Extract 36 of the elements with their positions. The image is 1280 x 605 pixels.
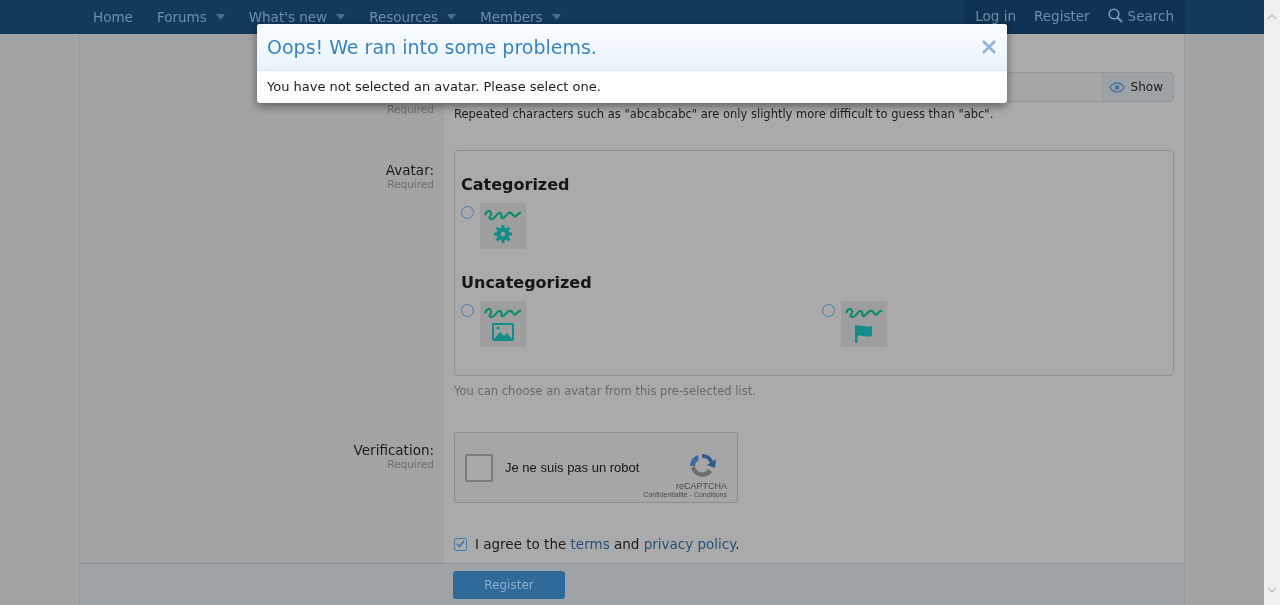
- field-label: Avatar:: [385, 162, 434, 178]
- avatar-image: [480, 203, 526, 249]
- search-link[interactable]: Search: [1098, 0, 1183, 31]
- avatar-image: [841, 301, 887, 347]
- caret-icon: [215, 14, 225, 20]
- password-hint: Repeated characters such as "abcabcabc" are only slightly more difficult to guess than "abc".: [454, 107, 995, 121]
- nav-tab[interactable]: What's new: [238, 1, 356, 33]
- agree-text: I agree to the terms and privacy policy.: [475, 536, 740, 552]
- nav-tab[interactable]: Members: [470, 1, 571, 33]
- nav-tab[interactable]: Forums: [146, 1, 235, 33]
- show-button[interactable]: Show: [1101, 73, 1173, 101]
- caret-icon: [551, 14, 561, 20]
- agree-checkbox[interactable]: [454, 537, 467, 551]
- captcha-checkbox[interactable]: [465, 453, 493, 482]
- recaptcha-brand: reCAPTCHA: [676, 481, 727, 491]
- search-icon: [1107, 8, 1123, 23]
- field-label: Verification:: [353, 442, 434, 458]
- scroll-down-icon[interactable]: [1267, 587, 1277, 593]
- nav-tab[interactable]: Resources: [359, 1, 467, 33]
- caret-icon: [447, 14, 457, 20]
- dialog-message: You have not selected an avatar. Please select one.: [266, 78, 602, 96]
- terms-link[interactable]: terms: [570, 536, 610, 552]
- close-icon[interactable]: [981, 39, 997, 55]
- nav-tab[interactable]: Home: [83, 1, 143, 33]
- dialog-title: Oops! We ran into some problems.: [267, 36, 597, 58]
- group-heading: Uncategorized: [461, 273, 593, 292]
- scroll-up-icon[interactable]: [1267, 14, 1277, 20]
- register-button[interactable]: Register: [453, 570, 565, 599]
- captcha-label: Je ne suis pas un robot: [505, 460, 641, 475]
- group-heading: Categorized: [461, 175, 571, 194]
- avatar-hint: You can choose an avatar from this pre-selected list.: [454, 384, 757, 398]
- caret-icon: [336, 14, 346, 20]
- eye-icon: [1108, 81, 1125, 93]
- avatar-image: [480, 301, 526, 347]
- nav-link[interactable]: Register: [1025, 0, 1099, 31]
- scrollbar[interactable]: [1264, 0, 1280, 605]
